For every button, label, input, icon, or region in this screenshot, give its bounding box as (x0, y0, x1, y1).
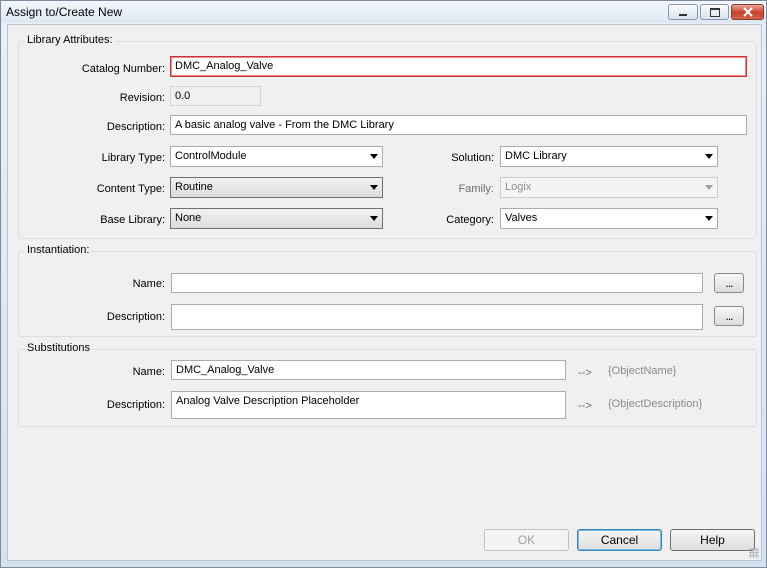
name-browse-button[interactable]: ... (714, 273, 744, 293)
group-label: Instantiation: (25, 244, 92, 256)
minimize-icon (679, 14, 687, 16)
family-label: Family: (458, 183, 494, 195)
solution-select[interactable]: DMC Library (500, 146, 718, 167)
chevron-down-icon (370, 154, 378, 159)
ellipsis-icon: ... (725, 276, 733, 290)
library-type-label: Library Type: (101, 152, 165, 164)
library-attributes-group: Library Attributes: Catalog Number: DMC_… (18, 34, 757, 239)
content-type-label: Content Type: (96, 183, 165, 195)
chevron-down-icon (370, 216, 378, 221)
revision-label: Revision: (119, 92, 165, 104)
category-value: Valves (505, 212, 538, 224)
instantiation-group: Instantiation: Name: ... Description: ..… (18, 244, 757, 337)
catalog-number-label: Catalog Number: (81, 63, 165, 75)
description-browse-button[interactable]: ... (714, 306, 744, 326)
object-name-token: {ObjectName} (608, 365, 677, 377)
object-description-token: {ObjectDescription} (608, 398, 703, 410)
ellipsis-icon: ... (725, 309, 733, 323)
category-label: Category: (446, 214, 494, 226)
substitution-name-label: Name: (132, 366, 165, 378)
instantiation-description-label: Description: (106, 311, 165, 323)
content-type-select[interactable]: Routine (170, 177, 383, 198)
chevron-down-icon (705, 154, 713, 159)
minimize-button[interactable] (668, 4, 698, 20)
category-select[interactable]: Valves (500, 208, 718, 229)
base-library-value: None (175, 212, 202, 224)
maximize-button[interactable] (700, 4, 729, 20)
library-type-value: ControlModule (175, 150, 247, 162)
name-arrow: --> (578, 367, 592, 379)
solution-label: Solution: (451, 152, 494, 164)
dialog-window: Assign to/Create New Library Attributes:… (0, 0, 767, 568)
chevron-down-icon (705, 185, 713, 190)
family-select: Logix (500, 177, 718, 198)
instantiation-name-input[interactable] (171, 273, 703, 293)
base-library-label: Base Library: (100, 214, 165, 226)
library-type-select[interactable]: ControlModule (170, 146, 383, 167)
instantiation-description-input[interactable] (171, 304, 703, 330)
ok-button[interactable]: OK (484, 529, 569, 551)
content-type-value: Routine (175, 181, 213, 193)
family-value: Logix (505, 181, 532, 193)
close-button[interactable] (731, 4, 764, 20)
substitutions-group: Substitutions Name: DMC_Analog_Valve -->… (18, 342, 757, 427)
base-library-select[interactable]: None (170, 208, 383, 229)
window-title: Assign to/Create New (6, 5, 123, 19)
cancel-button[interactable]: Cancel (577, 529, 662, 551)
maximize-icon (709, 7, 720, 17)
title-bar[interactable]: Assign to/Create New (1, 1, 766, 23)
substitution-description-label: Description: (106, 399, 165, 411)
instantiation-name-label: Name: (132, 278, 165, 290)
description-arrow: --> (578, 400, 592, 412)
close-icon (742, 7, 753, 17)
catalog-number-input[interactable]: DMC_Analog_Valve (170, 56, 747, 77)
dialog-content: Library Attributes: Catalog Number: DMC_… (7, 24, 762, 561)
chevron-down-icon (370, 185, 378, 190)
substitution-description-input[interactable]: Analog Valve Description Placeholder (171, 391, 566, 419)
group-label: Substitutions (25, 342, 92, 354)
help-button[interactable]: Help (670, 529, 755, 551)
chevron-down-icon (705, 216, 713, 221)
description-input[interactable]: A basic analog valve - From the DMC Libr… (170, 115, 747, 135)
group-label: Library Attributes: (25, 34, 115, 46)
solution-value: DMC Library (505, 150, 567, 162)
substitution-name-input[interactable]: DMC_Analog_Valve (171, 360, 566, 380)
resize-grip-icon[interactable] (749, 548, 759, 558)
description-label: Description: (106, 121, 165, 133)
revision-field: 0.0 (170, 86, 261, 106)
